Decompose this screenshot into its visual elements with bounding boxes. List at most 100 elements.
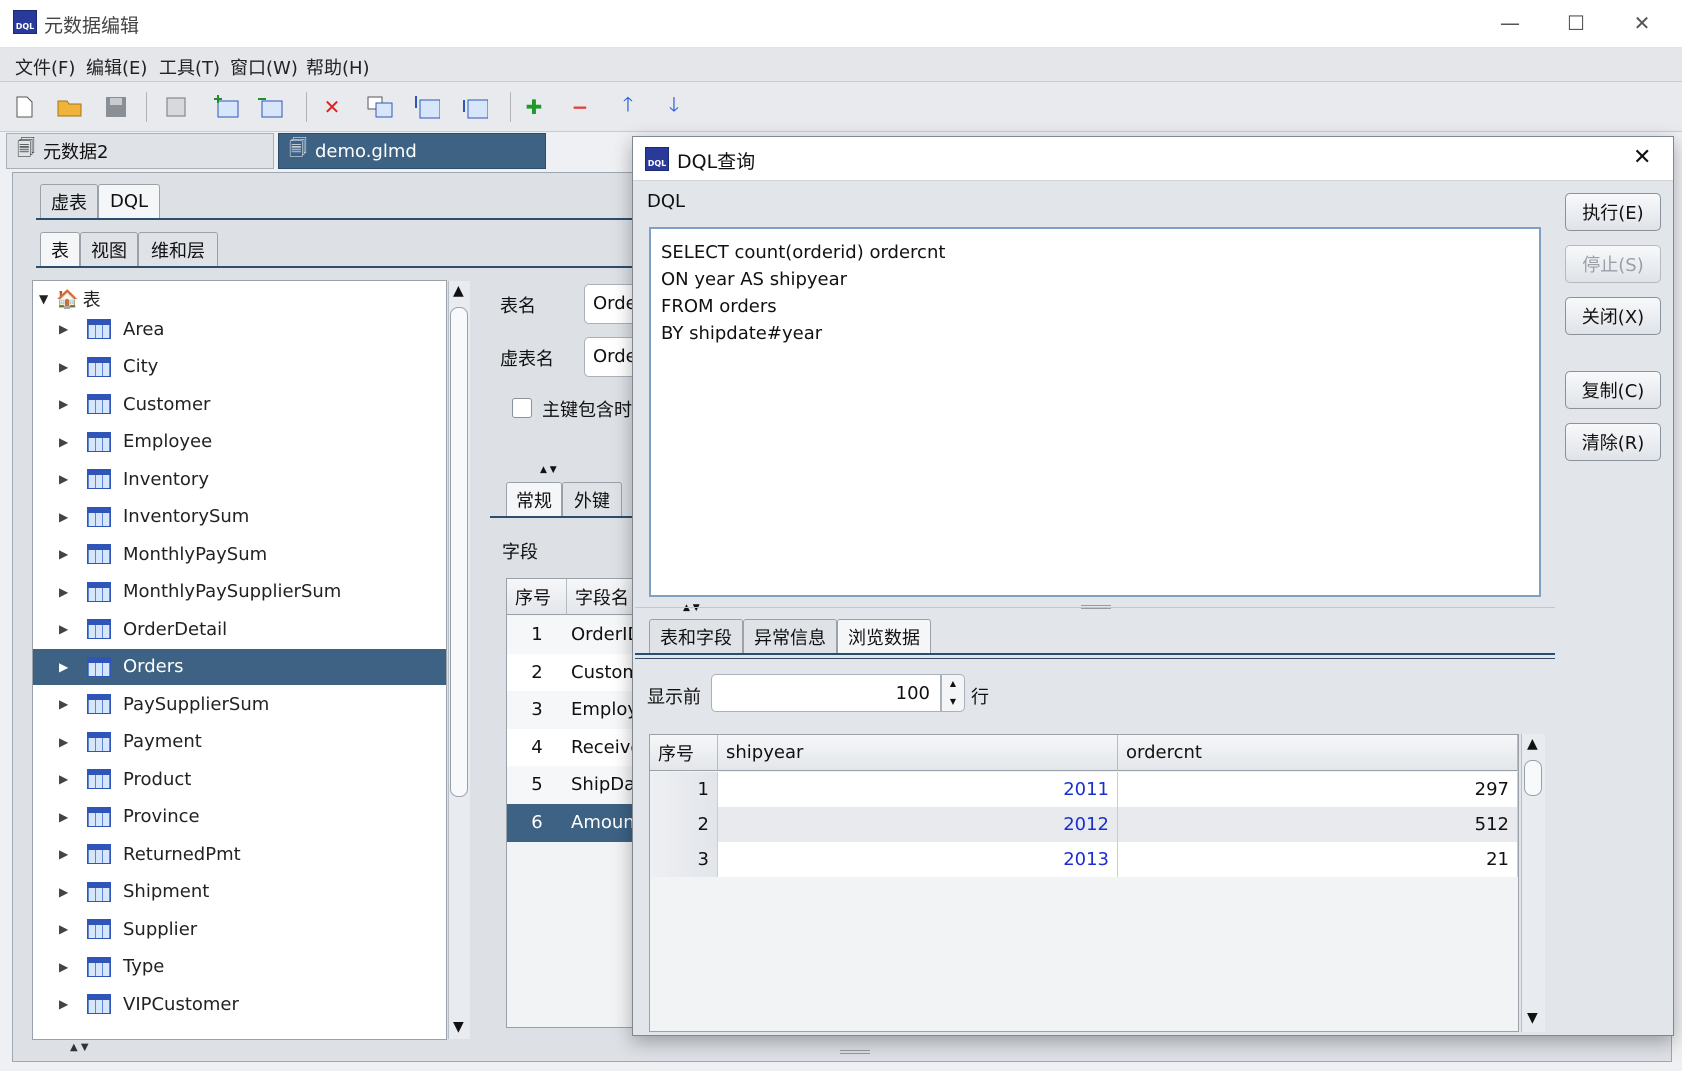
dialog-close-icon[interactable]: ✕ <box>1633 145 1651 170</box>
scroll-thumb[interactable] <box>1524 760 1542 796</box>
scroll-down-icon[interactable]: ▼ <box>453 1019 464 1035</box>
close-button[interactable]: 关闭(X) <box>1565 297 1661 335</box>
tree-item-employee[interactable]: ▶ Employee <box>33 424 446 460</box>
add-table-icon[interactable] <box>212 93 240 121</box>
execute-button[interactable]: 执行(E) <box>1565 193 1661 231</box>
stepper-up-icon[interactable]: ▲ <box>942 675 964 693</box>
expand-arrow-icon[interactable]: ▶ <box>59 472 73 486</box>
cell-shipyear[interactable]: 2011 <box>718 772 1118 807</box>
splitter-handle[interactable] <box>840 1050 870 1054</box>
splitter-arrows-icon[interactable]: ▲ ▼ <box>683 603 700 613</box>
delete-icon[interactable]: ✕ <box>318 93 346 121</box>
copy-table-icon[interactable] <box>366 93 394 121</box>
menu-tools[interactable]: 工具(T) <box>159 54 220 80</box>
scroll-down-icon[interactable]: ▼ <box>1527 1010 1538 1026</box>
expand-arrow-icon[interactable]: ▶ <box>59 960 73 974</box>
expand-arrow-icon[interactable]: ▶ <box>59 660 73 674</box>
move-up-icon[interactable]: 🡑 <box>614 92 642 121</box>
cell-shipyear[interactable]: 2012 <box>718 807 1118 842</box>
tab-dql[interactable]: DQL <box>98 184 160 218</box>
field-row[interactable]: 2 CustomerID <box>507 653 635 692</box>
tree-item-inventorysum[interactable]: ▶ InventorySum <box>33 499 446 535</box>
tree-scrollbar[interactable]: ▲ ▼ <box>448 281 470 1039</box>
result-row[interactable]: 3 2013 21 <box>650 842 1518 877</box>
menu-file[interactable]: 文件(F) <box>15 54 75 80</box>
tab-foreign-key[interactable]: 外键 <box>562 482 622 516</box>
tree-item-product[interactable]: ▶ Product <box>33 761 446 797</box>
tree-item-paysuppliersum[interactable]: ▶ PaySupplierSum <box>33 686 446 722</box>
splitter-arrows-icon[interactable]: ▲ ▼ <box>540 465 557 475</box>
tree-item-returnedpmt[interactable]: ▶ ReturnedPmt <box>33 836 446 872</box>
file-tab-demo[interactable]: 🗐 demo.glmd <box>278 133 546 169</box>
tab-views[interactable]: 视图 <box>80 232 138 266</box>
expand-arrow-icon[interactable]: ▶ <box>59 322 73 336</box>
expand-arrow-icon[interactable]: ▶ <box>59 810 73 824</box>
result-row[interactable]: 1 2011 297 <box>650 772 1518 807</box>
tree-item-area[interactable]: ▶ Area <box>33 311 446 347</box>
tree-item-province[interactable]: ▶ Province <box>33 799 446 835</box>
result-row[interactable]: 2 2012 512 <box>650 807 1518 842</box>
tree-item-type[interactable]: ▶ Type <box>33 949 446 985</box>
col-header-shipyear[interactable]: shipyear <box>718 735 1118 771</box>
expand-arrow-icon[interactable]: ▶ <box>59 847 73 861</box>
cell-ordercnt[interactable]: 512 <box>1118 807 1518 842</box>
field-row[interactable]: 6 Amount <box>507 803 635 842</box>
tab-tables[interactable]: 表 <box>40 232 80 266</box>
pk-checkbox[interactable] <box>512 398 532 418</box>
field-row[interactable]: 5 ShipDate <box>507 766 635 804</box>
move-down-icon[interactable]: 🡓 <box>660 92 688 121</box>
expand-arrow-icon[interactable]: ▶ <box>59 697 73 711</box>
tree-item-supplier[interactable]: ▶ Supplier <box>33 911 446 947</box>
col-header-index[interactable]: 序号 <box>507 579 567 615</box>
tab-general[interactable]: 常规 <box>506 482 562 516</box>
file-tab-metadata2[interactable]: 🗐 元数据2 <box>6 133 274 169</box>
copy-button[interactable]: 复制(C) <box>1565 371 1661 409</box>
cell-ordercnt[interactable]: 21 <box>1118 842 1518 877</box>
cell-ordercnt[interactable]: 297 <box>1118 772 1518 807</box>
field-row[interactable]: 1 OrderID <box>507 616 635 654</box>
tab-browse-data[interactable]: 浏览数据 <box>837 619 931 653</box>
tab-virtual-table[interactable]: 虚表 <box>40 184 98 218</box>
expand-arrow-icon[interactable]: ▶ <box>59 922 73 936</box>
splitter-arrows-icon[interactable]: ▲ ▼ <box>70 1042 89 1053</box>
tree-item-shipment[interactable]: ▶ Shipment <box>33 874 446 910</box>
field-row[interactable]: 3 EmployeeID <box>507 691 635 729</box>
stepper-down-icon[interactable]: ▼ <box>942 693 964 711</box>
expand-arrow-icon[interactable]: ▶ <box>59 772 73 786</box>
menu-edit[interactable]: 编辑(E) <box>86 54 147 80</box>
tree-item-monthlypaysum[interactable]: ▶ MonthlyPaySum <box>33 536 446 572</box>
tree-item-orderdetail[interactable]: ▶ OrderDetail <box>33 611 446 647</box>
cell-shipyear[interactable]: 2013 <box>718 842 1118 877</box>
add-row-icon[interactable]: ✚ <box>520 93 548 121</box>
row-count-stepper[interactable]: ▲ ▼ <box>941 674 965 712</box>
col-header-ordercnt[interactable]: ordercnt <box>1118 735 1518 771</box>
col-header-index[interactable]: 序号 <box>650 735 718 771</box>
expand-arrow-icon[interactable]: ▶ <box>59 547 73 561</box>
save-icon[interactable] <box>102 93 130 121</box>
scroll-up-icon[interactable]: ▲ <box>453 283 464 299</box>
field-row[interactable]: 4 ReceiverName <box>507 728 635 767</box>
tab-tables-fields[interactable]: 表和字段 <box>649 619 743 653</box>
export-table-icon[interactable] <box>460 93 488 121</box>
expand-arrow-icon[interactable]: ▶ <box>59 585 73 599</box>
expand-arrow-icon[interactable]: ▶ <box>59 360 73 374</box>
dql-editor[interactable]: SELECT count(orderid) ordercnt ON year A… <box>649 227 1541 597</box>
expand-arrow-icon[interactable]: ▶ <box>59 997 73 1011</box>
menu-window[interactable]: 窗口(W) <box>230 54 298 80</box>
maximize-button[interactable]: ☐ <box>1546 0 1606 46</box>
tree-item-city[interactable]: ▶ City <box>33 349 446 385</box>
minimize-button[interactable]: — <box>1480 0 1540 46</box>
row-count-field[interactable]: 100 <box>711 674 941 712</box>
remove-row-icon[interactable]: − <box>566 93 594 121</box>
tree-item-vipcustomer[interactable]: ▶ VIPCustomer <box>33 986 446 1022</box>
menu-help[interactable]: 帮助(H) <box>306 54 370 80</box>
expand-arrow-icon[interactable]: ▶ <box>59 510 73 524</box>
expand-arrow-icon[interactable]: ▶ <box>59 397 73 411</box>
add-column-icon[interactable] <box>256 93 284 121</box>
import-table-icon[interactable] <box>412 93 440 121</box>
scroll-up-icon[interactable]: ▲ <box>1527 736 1538 752</box>
tree-item-inventory[interactable]: ▶ Inventory <box>33 461 446 497</box>
expand-arrow-icon[interactable]: ▶ <box>59 885 73 899</box>
close-window-button[interactable]: ✕ <box>1612 0 1672 46</box>
new-file-icon[interactable] <box>10 93 38 121</box>
